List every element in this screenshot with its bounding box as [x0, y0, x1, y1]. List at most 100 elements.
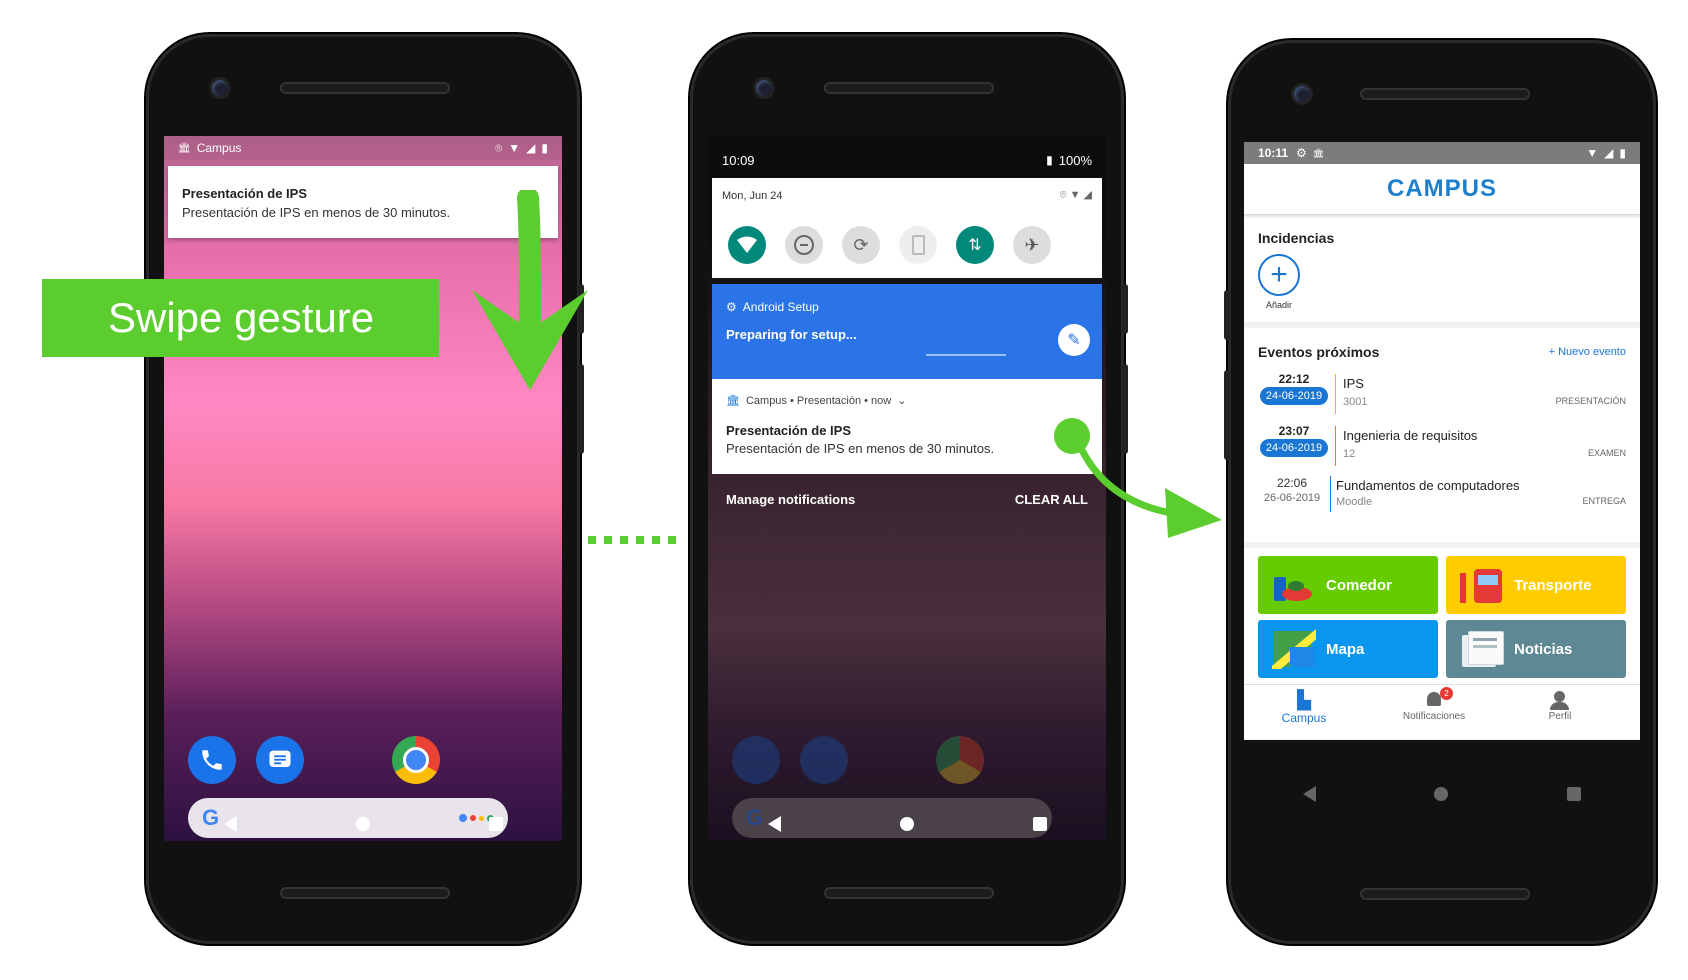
bank-icon: 🏛 [178, 142, 191, 154]
messages-app-icon [800, 736, 848, 784]
tile-label: Noticias [1514, 640, 1573, 658]
event-row[interactable]: 22:06 26-06-2019 Fundamentos de computad… [1258, 476, 1626, 520]
back-icon[interactable] [767, 816, 781, 832]
dnd-icon [794, 235, 814, 255]
bottom-speaker [1360, 888, 1530, 900]
chrome-icon [403, 747, 429, 773]
android-setup-notification[interactable]: ⚙ Android Setup Preparing for setup... ✎ [712, 284, 1102, 379]
nav-perfil[interactable]: Perfil [1522, 689, 1598, 722]
tile-label: Mapa [1326, 640, 1365, 658]
battery-level: 100% [1058, 152, 1092, 168]
manage-notifications-link[interactable]: Manage notifications [726, 492, 855, 507]
airplane-toggle[interactable]: ✈ [1013, 226, 1051, 264]
home-icon[interactable] [1434, 787, 1449, 801]
battery-saver-icon [911, 235, 925, 255]
message-icon [269, 750, 291, 767]
bottom-speaker [824, 887, 994, 899]
mapa-tile[interactable]: Mapa [1258, 620, 1438, 678]
newspaper-icon [1460, 629, 1504, 669]
phone-app-icon[interactable] [188, 736, 236, 784]
magic-wand-icon: ✎ [1067, 332, 1081, 349]
top-speaker [1360, 88, 1530, 100]
nav-notificaciones[interactable]: 2 Notificaciones [1384, 687, 1484, 722]
chrome-app-icon [936, 736, 984, 784]
phone-1: 🏛 Campus ⌾ ▼ ◢ ▮ Presentación de IPS Pre… [146, 34, 584, 944]
status-bar: 🏛 Campus ⌾ ▼ ◢ ▮ [164, 136, 562, 160]
wifi-icon: ▼ [508, 141, 521, 155]
campus-logo: CAMPUS [1386, 175, 1497, 202]
data-toggle[interactable]: ⇅ [956, 226, 994, 264]
eventos-title: Eventos próximos [1258, 344, 1380, 360]
dnd-toggle[interactable] [785, 226, 823, 264]
home-icon[interactable] [899, 817, 914, 831]
event-tag: ENTREGA [1582, 496, 1626, 506]
nav-campus-label: Campus [1281, 711, 1327, 725]
event-date: 26-06-2019 [1263, 492, 1321, 504]
wifi-icon [737, 236, 757, 253]
power-button [1122, 284, 1128, 334]
nav-bar [708, 801, 1106, 841]
event-row[interactable]: 23:07 24-06-2019 Ingenieria de requisito… [1258, 424, 1626, 468]
wifi-icon: ▼ [1586, 146, 1599, 160]
notification-title: Presentación de IPS [726, 423, 851, 438]
event-time: 22:12 [1278, 372, 1310, 386]
nav-notificaciones-label: Notificaciones [1402, 711, 1466, 722]
qs-date: Mon, Jun 24 [722, 190, 783, 202]
nav-bar [164, 801, 562, 841]
transporte-tile[interactable]: Transporte [1446, 556, 1626, 614]
chevron-down-icon[interactable]: ⌄ [897, 394, 906, 407]
plus-icon: + [1270, 258, 1288, 291]
front-camera [212, 80, 228, 96]
event-divider [1335, 426, 1336, 466]
tile-label: Transporte [1514, 576, 1592, 594]
signal-icon: ◢ [526, 141, 536, 155]
nav-campus[interactable]: ▙ Campus [1266, 689, 1342, 725]
bottom-speaker [280, 887, 450, 899]
event-tag: EXAMEN [1587, 448, 1626, 458]
recents-icon[interactable] [1566, 787, 1581, 801]
wifi-toggle[interactable] [728, 226, 766, 264]
chrome-app-icon[interactable] [392, 736, 440, 784]
setup-text: Preparing for setup... [726, 327, 857, 342]
event-title: IPS [1343, 376, 1364, 391]
battery-saver-toggle[interactable] [899, 226, 937, 264]
recents-icon[interactable] [488, 817, 503, 831]
front-camera [1294, 86, 1310, 102]
event-date: 24-06-2019 [1259, 439, 1329, 457]
buildings-icon: ▙ [1297, 690, 1311, 710]
dotted-connector [588, 536, 684, 544]
location-icon: ⌾ [495, 140, 503, 155]
recents-icon[interactable] [1032, 817, 1047, 831]
rotate-toggle[interactable]: ⟳ [842, 226, 880, 264]
event-divider [1330, 476, 1331, 512]
noticias-tile[interactable]: Noticias [1446, 620, 1626, 678]
messages-app-icon[interactable] [256, 736, 304, 784]
qs-status-icons: ⌾ ▼ ◢ [1059, 189, 1092, 201]
event-row[interactable]: 22:12 24-06-2019 IPS 3001 PRESENTACIÓN [1258, 372, 1626, 416]
bank-icon: 🏛 [1312, 147, 1325, 158]
back-icon[interactable] [223, 816, 237, 832]
status-time: 10:09 [722, 152, 755, 168]
status-bar: 10:11 ⚙ 🏛 ▼ ◢ ▮ [1244, 142, 1640, 164]
event-title: Ingenieria de requisitos [1343, 428, 1478, 443]
setup-wand-button[interactable]: ✎ [1058, 324, 1090, 356]
battery-icon: ▮ [1046, 153, 1053, 167]
event-title: Fundamentos de computadores [1336, 478, 1520, 493]
back-icon[interactable] [1303, 786, 1317, 802]
add-incidencia-button[interactable]: + [1258, 254, 1300, 296]
nuevo-evento-link[interactable]: + Nuevo evento [1549, 346, 1626, 358]
notification-text: Presentación de IPS en menos de 30 minut… [726, 441, 995, 456]
home-icon[interactable] [355, 817, 370, 831]
power-button [1224, 290, 1230, 340]
gear-icon: ⚙ [726, 300, 737, 314]
signal-icon: ◢ [1604, 146, 1614, 160]
battery-icon: ▮ [541, 141, 548, 155]
app-header: CAMPUS [1244, 164, 1640, 214]
comedor-tile[interactable]: Comedor [1258, 556, 1438, 614]
phone-app-icon [732, 736, 780, 784]
event-time: 23:07 [1278, 424, 1310, 438]
volume-button [1224, 370, 1230, 460]
incidencias-title: Incidencias [1258, 230, 1335, 246]
tap-arrow [1054, 418, 1222, 538]
airplane-icon: ✈ [1024, 234, 1040, 255]
